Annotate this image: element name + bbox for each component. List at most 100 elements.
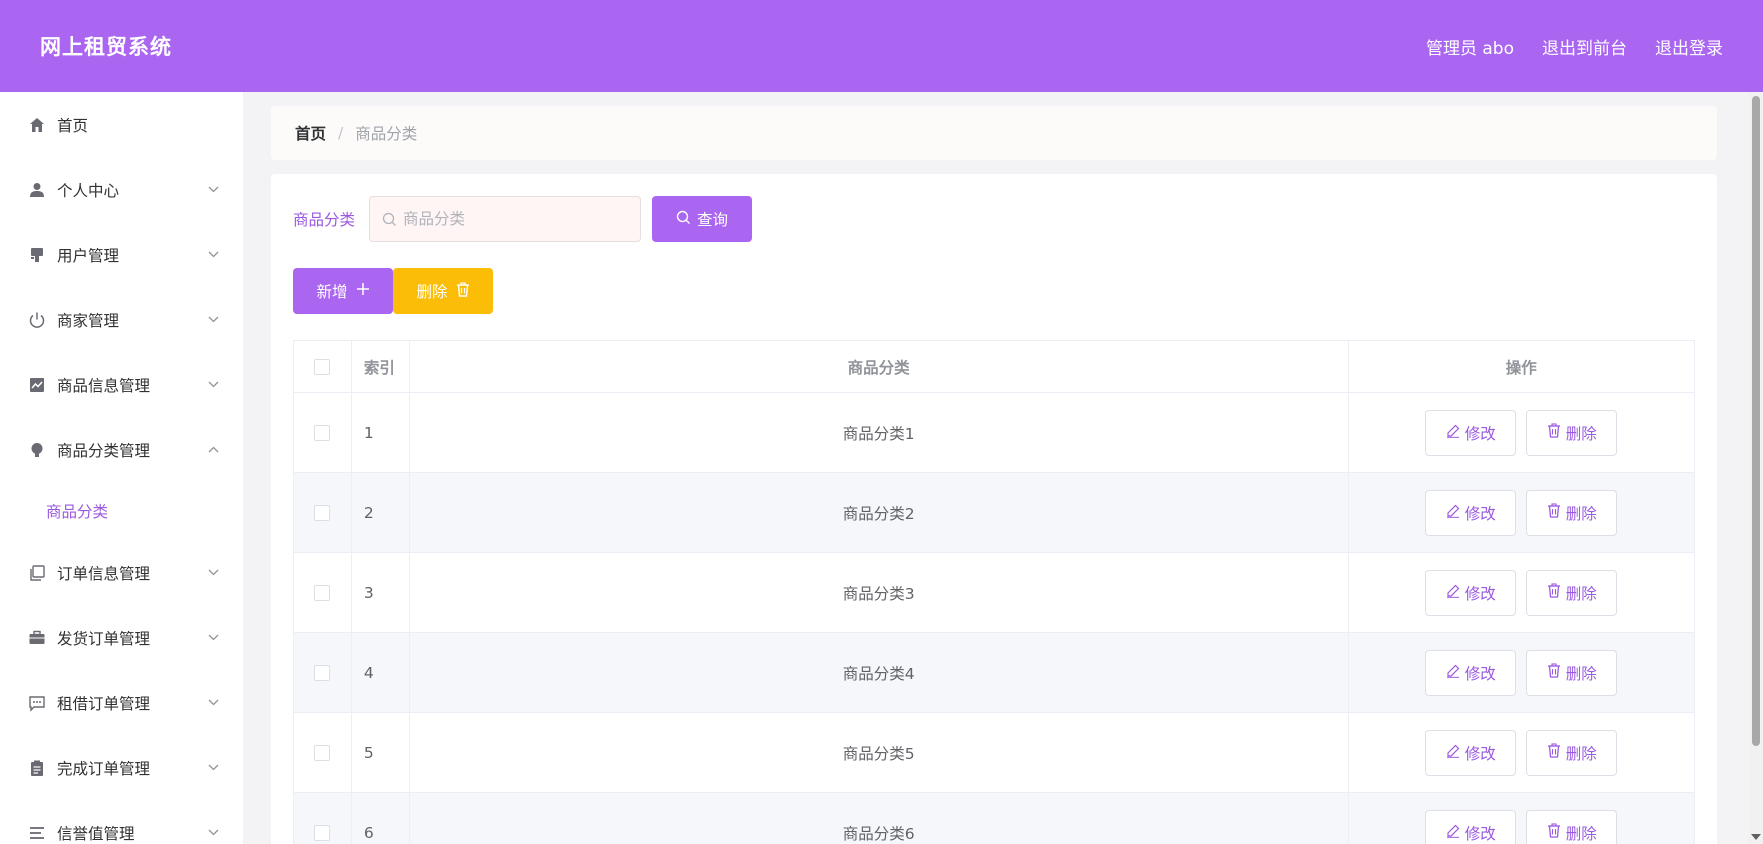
edit-label: 修改	[1464, 664, 1496, 683]
row-category: 商品分类5	[410, 713, 1349, 792]
trash-icon	[1547, 663, 1561, 682]
sidebar-item-merchant-management[interactable]: 商家管理	[0, 287, 243, 352]
delete-label: 删除	[1565, 664, 1597, 683]
delete-button[interactable]: 删除	[1526, 569, 1618, 616]
edit-button[interactable]: 修改	[1425, 569, 1517, 616]
table-row: 1 商品分类1 修改 删除	[294, 393, 1694, 473]
sidebar-item-personal-center[interactable]: 个人中心	[0, 157, 243, 222]
sidebar-item-shipping-orders[interactable]: 发货订单管理	[0, 605, 243, 670]
clipboard-icon	[27, 758, 47, 778]
row-actions: 修改 删除	[1349, 793, 1695, 844]
edit-button[interactable]: 修改	[1425, 409, 1517, 456]
scrollbar-thumb[interactable]	[1752, 96, 1760, 746]
list-icon	[27, 823, 47, 843]
row-checkbox[interactable]	[314, 584, 331, 601]
exit-to-front-link[interactable]: 退出到前台	[1542, 34, 1627, 59]
sidebar-item-label: 完成订单管理	[57, 759, 151, 778]
sidebar-item-user-management[interactable]: 用户管理	[0, 222, 243, 287]
search-input[interactable]	[403, 210, 624, 228]
row-checkbox[interactable]	[314, 424, 331, 441]
row-checkbox-cell	[294, 793, 352, 844]
stamp-icon	[27, 245, 47, 265]
chart-icon	[27, 375, 47, 395]
header-actions: 管理员 abo 退出到前台 退出登录	[1426, 34, 1723, 59]
copy-icon	[27, 563, 47, 583]
sidebar-item-completed-orders[interactable]: 完成订单管理	[0, 735, 243, 800]
top-header: 网上租贸系统 管理员 abo 退出到前台 退出登录	[0, 0, 1763, 92]
batch-delete-button[interactable]: 删除	[393, 268, 493, 314]
sidebar-item-product-info[interactable]: 商品信息管理	[0, 352, 243, 417]
delete-button-label: 删除	[416, 283, 448, 301]
row-index: 1	[352, 393, 410, 472]
sidebar-item-label: 个人中心	[57, 181, 120, 200]
sidebar-item-label: 商家管理	[57, 311, 120, 330]
row-category: 商品分类1	[410, 393, 1349, 472]
page-scrollbar[interactable]	[1749, 92, 1763, 844]
trash-icon	[1547, 503, 1561, 522]
edit-button[interactable]: 修改	[1425, 729, 1517, 776]
breadcrumb-home[interactable]: 首页	[295, 122, 326, 144]
edit-icon	[1446, 824, 1460, 842]
row-checkbox-cell	[294, 633, 352, 712]
bulb-icon	[27, 440, 47, 460]
row-checkbox[interactable]	[314, 824, 331, 841]
plus-icon	[356, 282, 370, 300]
sidebar-item-rental-orders[interactable]: 租借订单管理	[0, 670, 243, 735]
row-actions: 修改 删除	[1349, 553, 1695, 632]
submenu-item-product-category[interactable]: 商品分类	[0, 482, 243, 540]
add-button[interactable]: 新增	[293, 268, 393, 314]
edit-label: 修改	[1464, 584, 1496, 603]
trash-icon	[1547, 743, 1561, 762]
sidebar-item-home[interactable]: 首页	[0, 92, 243, 157]
delete-label: 删除	[1565, 744, 1597, 763]
breadcrumb-current: 商品分类	[355, 125, 418, 143]
admin-name[interactable]: 管理员 abo	[1426, 34, 1514, 59]
row-index: 4	[352, 633, 410, 712]
chevron-down-icon	[207, 379, 219, 391]
column-header: 操作	[1505, 358, 1537, 377]
query-button[interactable]: 查询	[652, 196, 753, 242]
row-actions: 修改 删除	[1349, 473, 1695, 552]
search-icon	[382, 212, 397, 227]
trash-icon	[456, 281, 470, 301]
logout-link[interactable]: 退出登录	[1655, 34, 1723, 59]
sidebar-item-order-info[interactable]: 订单信息管理	[0, 540, 243, 605]
action-buttons: 新增 删除	[293, 268, 493, 314]
edit-icon	[1446, 584, 1460, 602]
delete-button[interactable]: 删除	[1526, 409, 1618, 456]
sidebar-item-label: 订单信息管理	[57, 564, 151, 583]
row-checkbox[interactable]	[314, 504, 331, 521]
chevron-down-icon	[207, 697, 219, 709]
row-checkbox[interactable]	[314, 744, 331, 761]
column-header: 商品分类	[410, 341, 1349, 392]
scroll-down-arrow-icon[interactable]	[1751, 834, 1761, 840]
delete-button[interactable]: 删除	[1526, 649, 1618, 696]
sidebar-item-category-management[interactable]: 商品分类管理	[0, 417, 243, 482]
chevron-down-icon	[207, 632, 219, 644]
sidebar-item-label: 商品分类管理	[57, 441, 151, 460]
delete-label: 删除	[1565, 584, 1597, 603]
edit-button[interactable]: 修改	[1425, 649, 1517, 696]
row-category: 商品分类2	[410, 473, 1349, 552]
chevron-down-icon	[207, 762, 219, 774]
edit-button[interactable]: 修改	[1425, 809, 1517, 844]
delete-button[interactable]: 删除	[1526, 729, 1618, 776]
row-index: 2	[352, 473, 410, 552]
edit-label: 修改	[1464, 744, 1496, 763]
row-actions: 修改 删除	[1349, 713, 1695, 792]
content-card: 商品分类 查询 新增 删除	[271, 174, 1717, 844]
delete-button[interactable]: 删除	[1526, 809, 1618, 844]
sidebar-item-label: 发货订单管理	[57, 629, 151, 648]
sidebar-item-label: 商品信息管理	[57, 376, 151, 395]
breadcrumb-separator: /	[338, 124, 344, 142]
sidebar: 首页 个人中心 用户管理 商家管理 商品信息管理 商品分类管理 商品分类 订单信…	[0, 92, 243, 844]
edit-button[interactable]: 修改	[1425, 489, 1517, 536]
delete-button[interactable]: 删除	[1526, 489, 1618, 536]
table-row: 4 商品分类4 修改 删除	[294, 633, 1694, 713]
sidebar-item-credit-management[interactable]: 信誉值管理	[0, 800, 243, 844]
power-icon	[27, 310, 47, 330]
delete-label: 删除	[1565, 824, 1597, 843]
table-row: 2 商品分类2 修改 删除	[294, 473, 1694, 553]
row-checkbox[interactable]	[314, 664, 331, 681]
select-all-checkbox[interactable]	[314, 358, 331, 375]
